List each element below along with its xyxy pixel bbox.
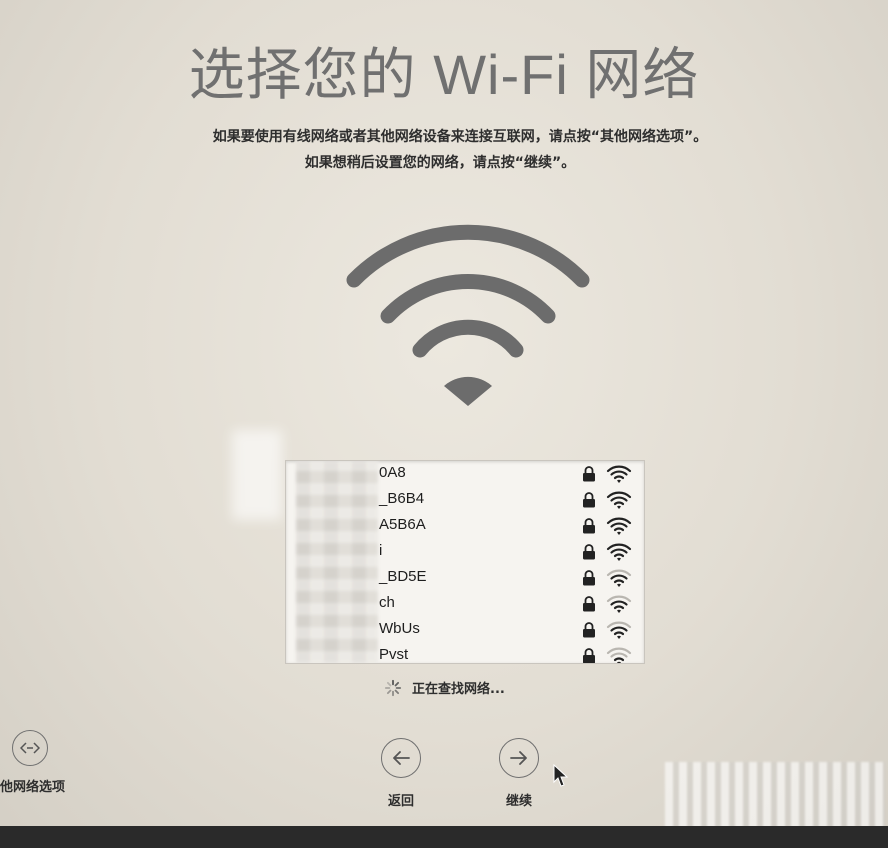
wifi-signal-icon xyxy=(606,569,632,587)
network-row[interactable]: i xyxy=(286,539,644,565)
network-name: _BD5E xyxy=(379,568,427,585)
back-label[interactable]: 返回 xyxy=(379,790,423,809)
network-name: i xyxy=(379,542,383,559)
instruction-line-1: 如果要使用有线网络或者其他网络设备来连接互联网，请点按“其他网络选项”。 xyxy=(212,129,708,145)
loading-spinner-icon xyxy=(384,679,402,696)
instruction-line-2: 如果想稍后设置您的网络，请点按“继续”。 xyxy=(304,155,576,171)
network-name: A5B6A xyxy=(379,516,426,533)
lock-icon xyxy=(583,622,595,638)
mouse-cursor-icon xyxy=(553,764,569,787)
network-row[interactable]: _BD5E xyxy=(286,565,644,591)
wifi-signal-icon xyxy=(606,595,632,613)
network-name: 0A8 xyxy=(379,464,406,481)
wifi-signal-icon xyxy=(606,517,632,535)
network-row[interactable]: A5B6A xyxy=(286,513,644,539)
network-row[interactable]: _B6B4 xyxy=(286,487,644,513)
wifi-icon xyxy=(346,224,590,406)
wifi-signal-icon xyxy=(606,465,632,483)
network-name: _B6B4 xyxy=(379,490,425,507)
wifi-signal-icon xyxy=(606,543,632,561)
lock-icon xyxy=(583,492,595,508)
lock-icon xyxy=(583,648,595,663)
network-row[interactable]: ch xyxy=(286,591,644,617)
wifi-signal-icon xyxy=(606,647,632,663)
network-list[interactable]: 0A8 _B6B4 A5B6A i _BD5Ech WbUs Pvst xyxy=(285,460,645,664)
lock-icon xyxy=(583,596,595,612)
bottom-bezel xyxy=(0,826,888,848)
continue-label[interactable]: 继续 xyxy=(497,790,541,809)
other-network-options-button[interactable]: 他网络选项 xyxy=(0,730,84,795)
arrow-right-icon[interactable] xyxy=(499,738,539,778)
wifi-signal-icon xyxy=(606,621,632,639)
network-row[interactable]: Pvst xyxy=(286,643,644,663)
screen-glare xyxy=(232,430,282,520)
back-button[interactable]: 返回 xyxy=(379,738,423,809)
other-network-options-label[interactable]: 他网络选项 xyxy=(0,776,84,795)
lock-icon xyxy=(583,466,595,482)
lock-icon xyxy=(583,570,595,586)
wifi-signal-icon xyxy=(606,491,632,509)
lock-icon xyxy=(583,518,595,534)
lock-icon xyxy=(583,544,595,560)
network-options-icon[interactable] xyxy=(12,730,48,766)
continue-button[interactable]: 继续 xyxy=(497,738,541,809)
searching-status: 正在查找网络... xyxy=(384,678,505,697)
arrow-left-icon[interactable] xyxy=(381,738,421,778)
network-row[interactable]: 0A8 xyxy=(286,461,644,487)
network-name: Pvst xyxy=(379,646,409,663)
page-title: 选择您的 Wi-Fi 网络 xyxy=(188,43,700,106)
searching-text: 正在查找网络... xyxy=(412,682,505,697)
network-row[interactable]: WbUs xyxy=(286,617,644,643)
network-name: ch xyxy=(379,594,395,611)
network-name: WbUs xyxy=(379,620,420,637)
